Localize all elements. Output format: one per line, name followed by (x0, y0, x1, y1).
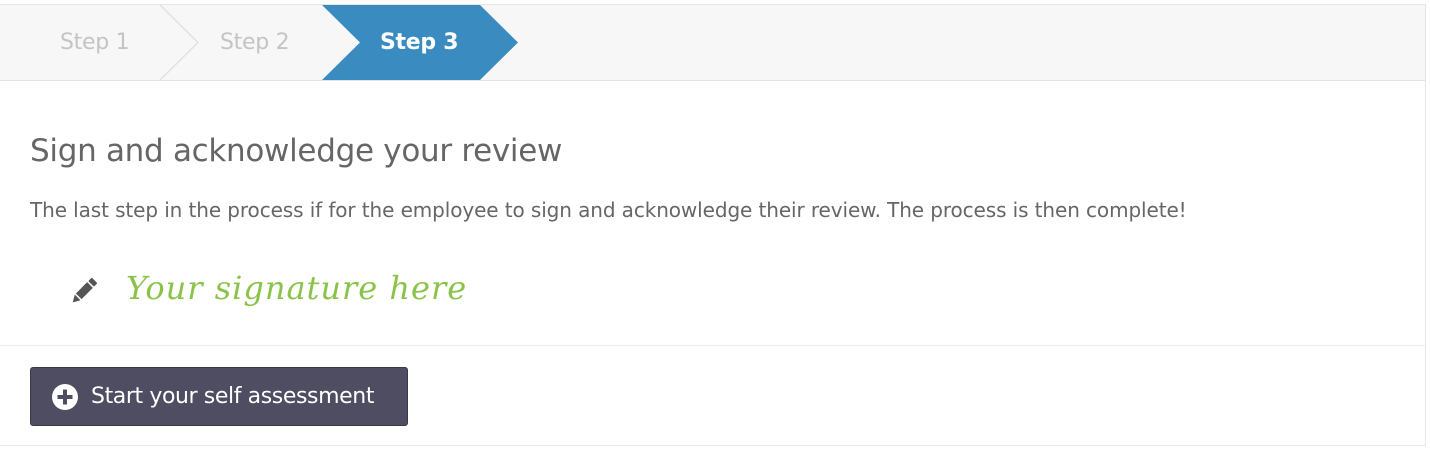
step-separator (159, 5, 200, 80)
plus-circle-icon (52, 383, 78, 410)
page-title: Sign and acknowledge your review (30, 133, 563, 169)
signature-placeholder: Your signature here (126, 269, 468, 307)
step-1-label: Step 1 (60, 30, 130, 55)
step-1[interactable]: Step 1 (60, 5, 130, 80)
wizard-steps: Step 1 Step 2 Step 3 (0, 5, 1425, 81)
page-description: The last step in the process if for the … (30, 198, 1187, 222)
wizard-panel: Step 1 Step 2 Step 3 Sign and acknowledg… (0, 4, 1426, 446)
step-2[interactable]: Step 2 (220, 5, 290, 80)
step-2-label: Step 2 (220, 30, 290, 55)
start-button-label: Start your self assessment (91, 384, 375, 409)
step-3-label: Step 3 (380, 30, 459, 55)
signature-field[interactable]: Your signature here (126, 263, 546, 323)
start-self-assessment-button[interactable]: Start your self assessment (30, 367, 408, 426)
divider (0, 345, 1425, 346)
step-3[interactable]: Step 3 (380, 5, 459, 80)
pencil-icon (72, 277, 98, 303)
